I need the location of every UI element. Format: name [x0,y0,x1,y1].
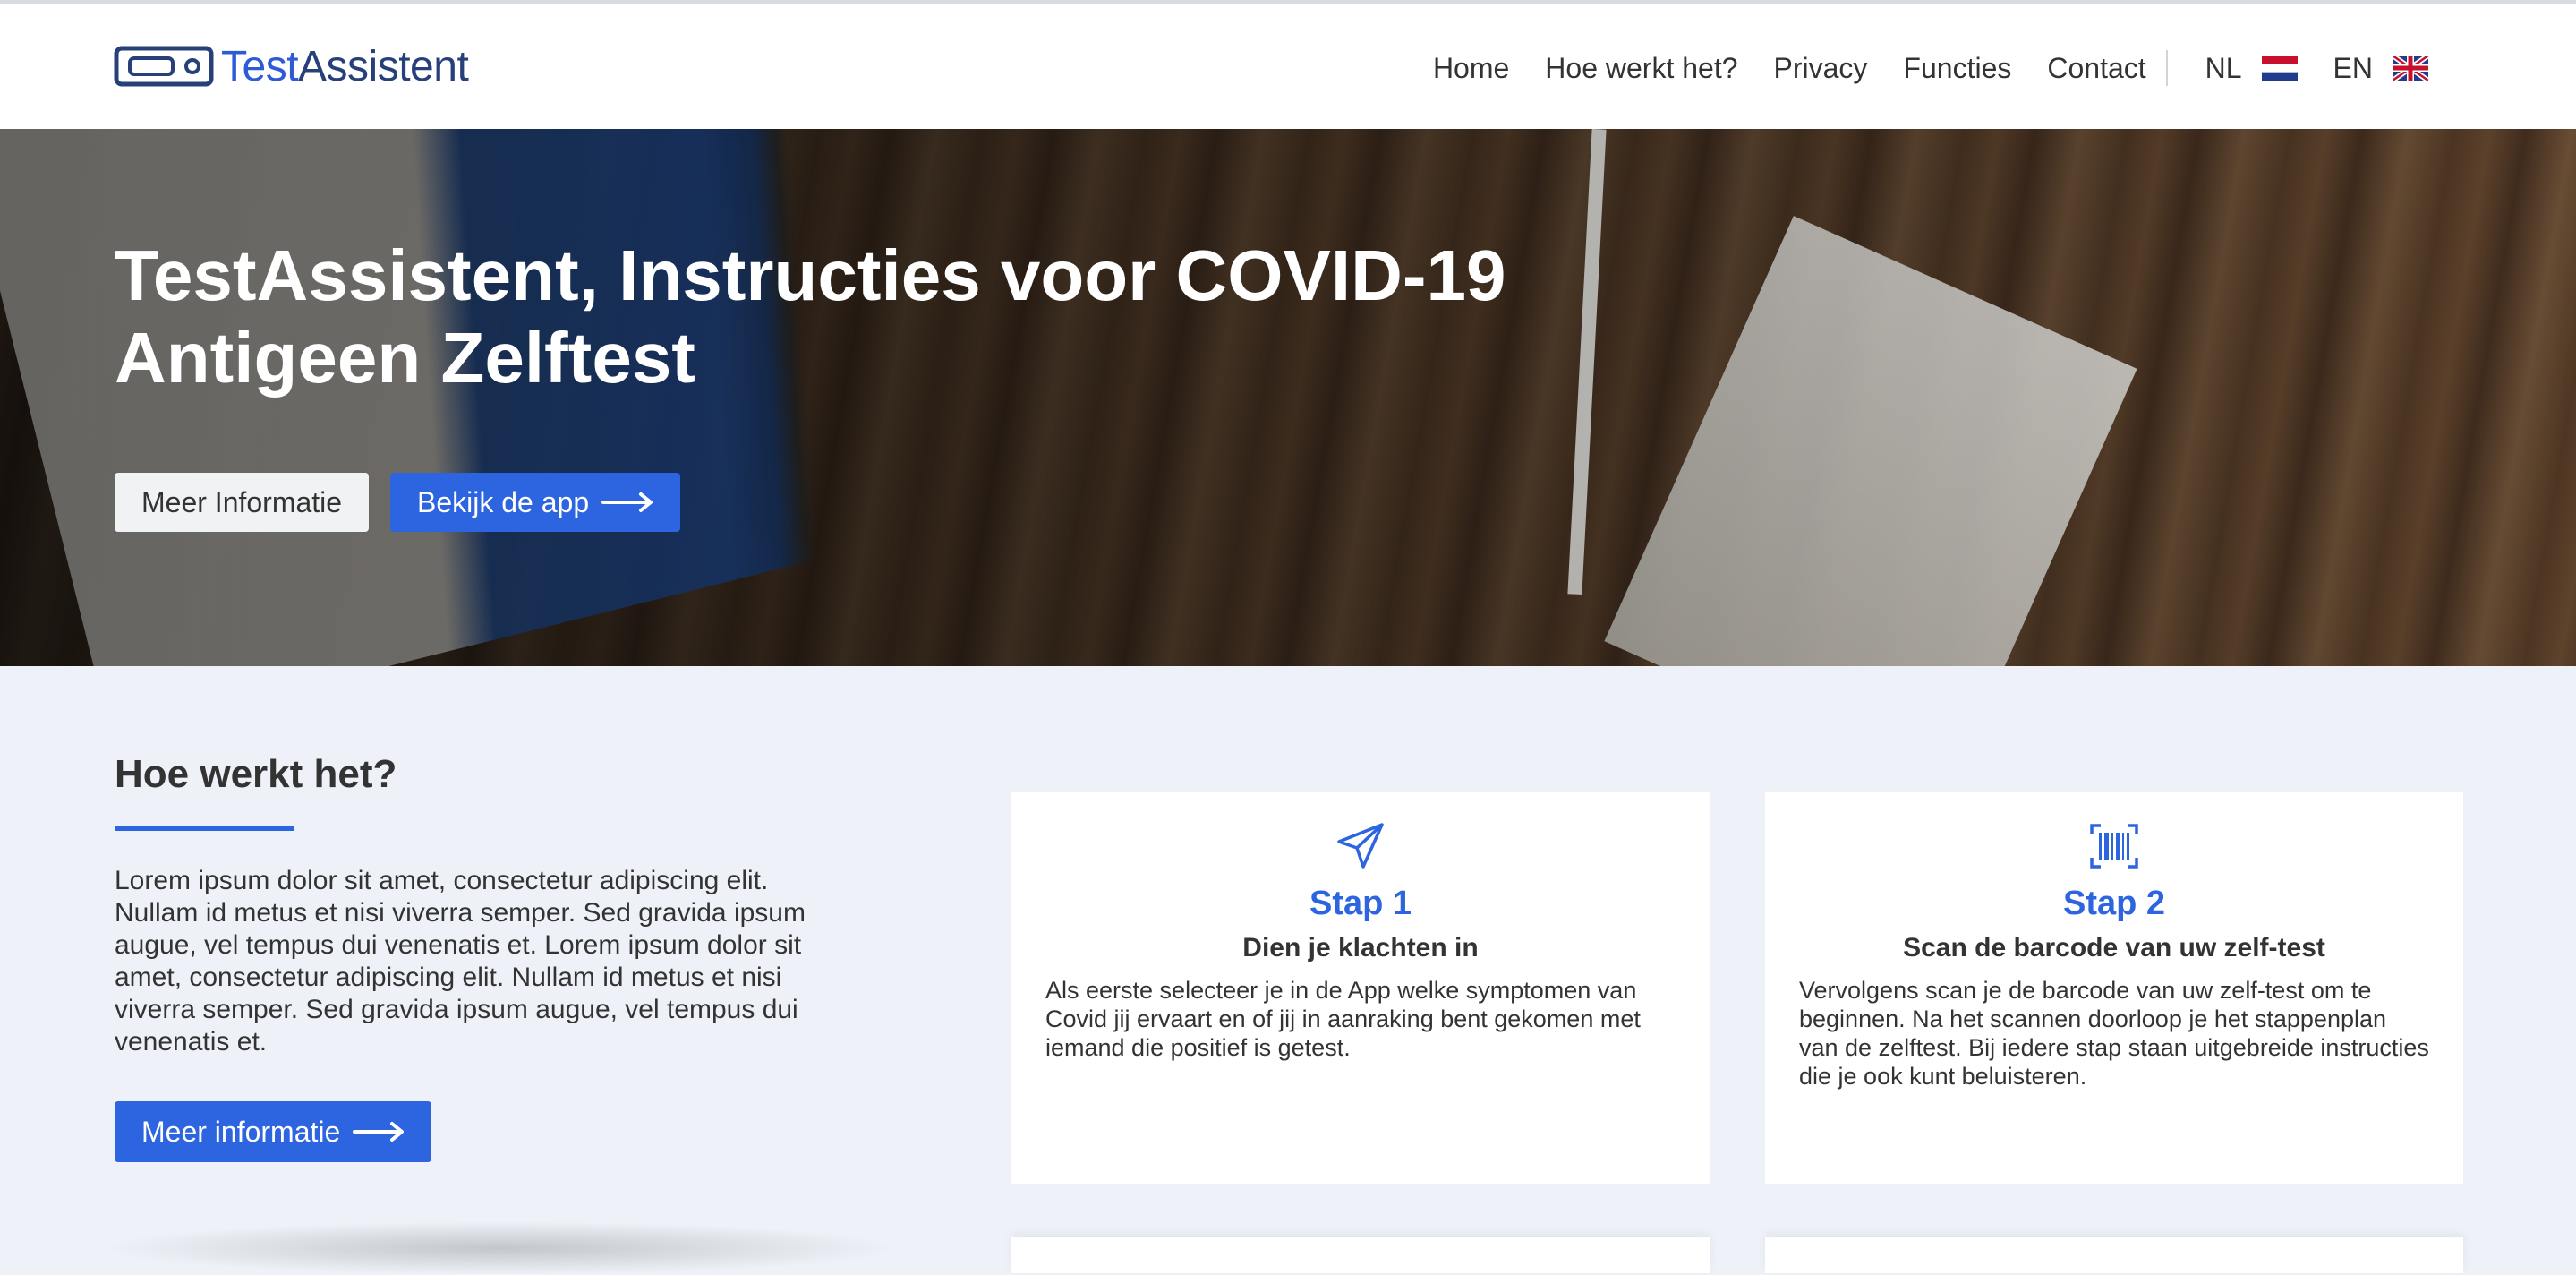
nav-divider [2165,50,2168,86]
test-cassette-logo-icon [114,46,214,87]
step-card-4-partial [1765,1237,2463,1273]
site-header: TestAssistent Home Hoe werkt het? Privac… [0,4,2576,129]
nav-home[interactable]: Home [1433,52,1509,85]
brand-name-test: Test [221,42,299,90]
language-nl[interactable]: NL [2205,52,2298,85]
brand-name: TestAssistent [221,42,469,91]
language-code-nl: NL [2205,51,2242,84]
brand-name-assistent: Assistent [298,42,469,90]
uk-flag-icon [2393,56,2428,81]
meer-informatie-button[interactable]: Meer Informatie [115,473,370,532]
step-card-2: Stap 2 Scan de barcode van uw zelf-test … [1765,792,2463,1184]
step-2-title: Stap 2 [2062,885,2166,922]
step-card-1: Stap 1 Dien je klachten in Als eerste se… [1011,792,1710,1184]
language-en[interactable]: EN [2333,52,2428,85]
hoe-werkt-het-section: Hoe werkt het? Lorem ipsum dolor sit ame… [0,666,2576,1275]
meer-informatie-section-label: Meer informatie [141,1115,341,1148]
bekijk-de-app-button[interactable]: Bekijk de app [390,473,681,532]
language-code-en: EN [2333,51,2373,84]
arrow-right-icon [601,492,653,512]
nav-contact[interactable]: Contact [2047,52,2145,85]
hero-title: TestAssistent, Instructies voor COVID-19… [115,235,1506,398]
scroll-shadow [98,1221,904,1275]
step-1-subtitle: Dien je klachten in [1242,933,1479,963]
step-1-text: Als eerste selecteer je in de App welke … [1045,977,1641,1061]
step-card-3-partial [1011,1237,1710,1273]
section-title-underline [115,826,294,831]
step-card-2-icon-wrap [1765,820,2463,872]
section-title: Hoe werkt het? [115,752,397,796]
step-card-1-icon-wrap [1011,820,1710,872]
section-intro-text: Lorem ipsum dolor sit amet, consectetur … [115,866,806,1057]
barcode-scan-icon [2090,824,2138,869]
meer-informatie-section-button[interactable]: Meer informatie [115,1101,432,1162]
hero-banner: TestAssistent, Instructies voor COVID-19… [0,129,2576,666]
step-1-title: Stap 1 [1309,885,1412,922]
step-2-subtitle: Scan de barcode van uw zelf-test [1903,933,2325,963]
brand-logo[interactable]: TestAssistent [114,39,469,93]
paper-plane-icon [1337,823,1384,869]
main-nav: Home Hoe werkt het? Privacy Functies Con… [1397,43,2428,93]
step-2-text: Vervolgens scan je de barcode van uw zel… [1799,977,2429,1090]
arrow-right-icon [353,1122,405,1142]
nav-functies[interactable]: Functies [1903,52,2011,85]
nav-privacy[interactable]: Privacy [1774,52,1868,85]
meer-informatie-label: Meer Informatie [141,485,343,518]
bekijk-de-app-label: Bekijk de app [417,485,590,518]
nav-hoe-werkt-het[interactable]: Hoe werkt het? [1545,52,1737,85]
netherlands-flag-icon [2261,56,2298,81]
